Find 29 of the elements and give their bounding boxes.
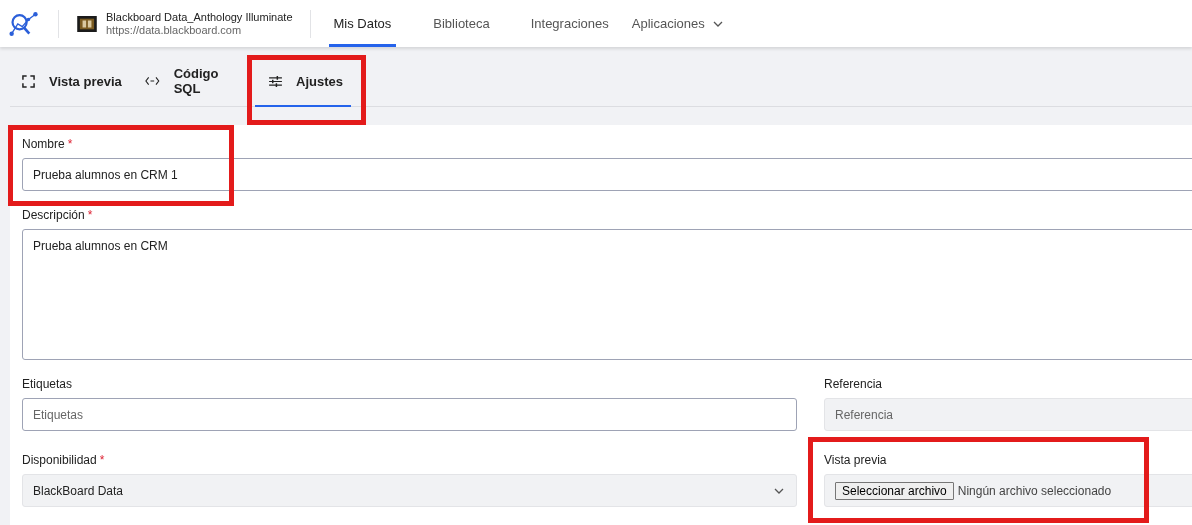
- app-title: Blackboard Data_Anthology Illuminate: [106, 10, 293, 24]
- description-field[interactable]: Prueba alumnos en CRM: [22, 229, 1192, 360]
- input-field[interactable]: Etiquetas: [22, 398, 797, 431]
- fullscreen-icon: [22, 74, 35, 88]
- name-field[interactable]: Prueba alumnos en CRM 1: [22, 158, 1192, 191]
- nav-tab[interactable]: Aplicaciones: [626, 0, 741, 47]
- nav-tab[interactable]: Biblioteca: [428, 0, 508, 47]
- code-arrows-icon: [145, 76, 160, 86]
- logo-icon[interactable]: [9, 9, 39, 38]
- required-mark: *: [87, 207, 93, 223]
- chevron-down-icon: [774, 487, 784, 494]
- app-url: https://data.blackboard.com: [106, 23, 243, 37]
- required-mark: *: [67, 136, 73, 152]
- tab[interactable]: Código SQL: [133, 57, 247, 107]
- nav-tab[interactable]: Integraciones: [525, 0, 627, 47]
- tab[interactable]: Ajustes: [255, 57, 351, 107]
- sliders-icon: [269, 75, 282, 87]
- required-mark: *: [99, 452, 105, 468]
- tab[interactable]: Vista previa: [10, 57, 133, 107]
- field-label: Referencia: [824, 376, 883, 392]
- field-label: Descripción: [22, 207, 85, 223]
- field-label: Etiquetas: [22, 376, 73, 392]
- field-label: Disponibilidad: [22, 452, 97, 468]
- field-label: Nombre: [22, 136, 65, 152]
- nav-tab[interactable]: Mis Datos: [328, 0, 397, 47]
- app-logo-icon: [77, 15, 97, 32]
- file-status: Ningún archivo seleccionado: [957, 483, 1112, 498]
- chevron-down-icon: [712, 20, 723, 27]
- field-label: Vista previa: [824, 452, 887, 468]
